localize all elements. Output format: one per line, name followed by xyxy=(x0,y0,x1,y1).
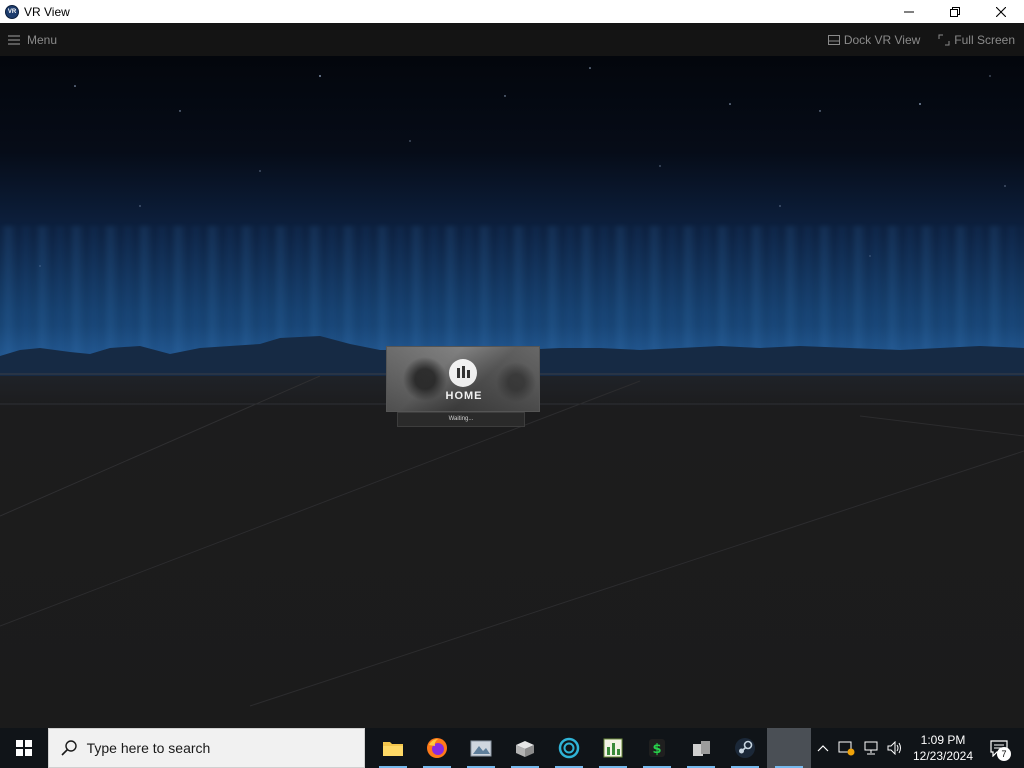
devices-app-icon xyxy=(693,741,710,756)
restore-button[interactable] xyxy=(932,0,978,23)
app-6-taskbar-button[interactable] xyxy=(591,728,635,768)
file-explorer-taskbar-button[interactable] xyxy=(371,728,415,768)
start-button[interactable] xyxy=(0,728,48,768)
folder-icon xyxy=(383,742,403,756)
firefox-taskbar-button[interactable] xyxy=(415,728,459,768)
window-controls xyxy=(886,0,1024,23)
loading-status: Waiting... xyxy=(397,412,525,427)
windows-logo-icon xyxy=(15,740,32,756)
taskbar-apps: $ xyxy=(371,728,811,768)
vr-app-icon: VR xyxy=(5,4,19,19)
app-8-taskbar-button[interactable] xyxy=(679,728,723,768)
search-icon xyxy=(61,740,77,756)
steam-taskbar-button[interactable] xyxy=(723,728,767,768)
network-icon xyxy=(864,741,878,755)
minimize-button[interactable] xyxy=(886,0,932,23)
expand-icon xyxy=(938,34,950,45)
dock-icon xyxy=(827,34,840,45)
app-5-taskbar-button[interactable] xyxy=(547,728,591,768)
dollar-app-icon: $ xyxy=(649,739,665,757)
steamvr-home-panel[interactable]: HOME xyxy=(386,346,540,412)
app-icon-text: VR xyxy=(7,8,17,15)
taskbar-search-box[interactable]: Type here to search xyxy=(47,728,365,768)
taskbar-clock[interactable]: 1:09 PM 12/23/2024 xyxy=(907,732,979,764)
app-7-taskbar-button[interactable]: $ xyxy=(635,728,679,768)
full-screen-button[interactable]: Full Screen xyxy=(938,33,1015,47)
box-app-icon xyxy=(516,741,534,757)
home-label: HOME xyxy=(445,390,483,402)
vr-view-taskbar-button[interactable] xyxy=(767,728,811,768)
action-center-button[interactable]: 7 xyxy=(979,728,1019,768)
volume-tray-button[interactable] xyxy=(883,728,907,768)
menu-label: Menu xyxy=(27,32,58,47)
close-button[interactable] xyxy=(978,0,1024,23)
photo-app-icon xyxy=(470,740,492,757)
svg-text:$: $ xyxy=(652,742,661,757)
notification-count-badge: 7 xyxy=(997,747,1011,761)
speaker-icon xyxy=(887,741,901,755)
menu-button[interactable]: Menu xyxy=(8,33,57,47)
steamvr-logo-icon xyxy=(449,359,477,387)
system-tray: 1:09 PM 12/23/2024 7 xyxy=(811,728,1024,768)
app-4-taskbar-button[interactable] xyxy=(503,728,547,768)
security-tray-button[interactable] xyxy=(835,728,859,768)
hamburger-icon xyxy=(8,34,20,45)
clock-time: 1:09 PM xyxy=(920,733,966,747)
windows-taskbar: Type here to search $ 1:09 PM 12/23/2024… xyxy=(0,728,1024,768)
search-placeholder: Type here to search xyxy=(86,740,211,756)
close-icon xyxy=(996,6,1006,17)
clock-date: 12/23/2024 xyxy=(912,749,974,763)
vr-viewport[interactable]: HOME Waiting... xyxy=(0,56,1024,728)
dock-label: Dock VR View xyxy=(843,32,921,47)
dock-vr-view-button[interactable]: Dock VR View xyxy=(827,32,921,47)
window-title: VR View xyxy=(24,4,70,19)
ring-app-icon xyxy=(558,737,580,759)
steam-icon xyxy=(735,738,755,758)
network-tray-button[interactable] xyxy=(859,728,883,768)
title-bar: VR VR View xyxy=(0,0,1024,23)
app-3-taskbar-button[interactable] xyxy=(459,728,503,768)
vr-view-toolbar: Menu Dock VR View Full Screen xyxy=(0,23,1024,56)
restore-icon xyxy=(950,6,960,17)
show-hidden-icons-button[interactable] xyxy=(811,728,835,768)
security-warning-icon xyxy=(838,741,855,756)
firefox-icon xyxy=(427,738,447,758)
fullscreen-label: Full Screen xyxy=(954,32,1015,47)
chart-app-icon xyxy=(603,738,623,758)
minimize-icon xyxy=(904,11,914,12)
chevron-up-icon xyxy=(817,745,829,752)
